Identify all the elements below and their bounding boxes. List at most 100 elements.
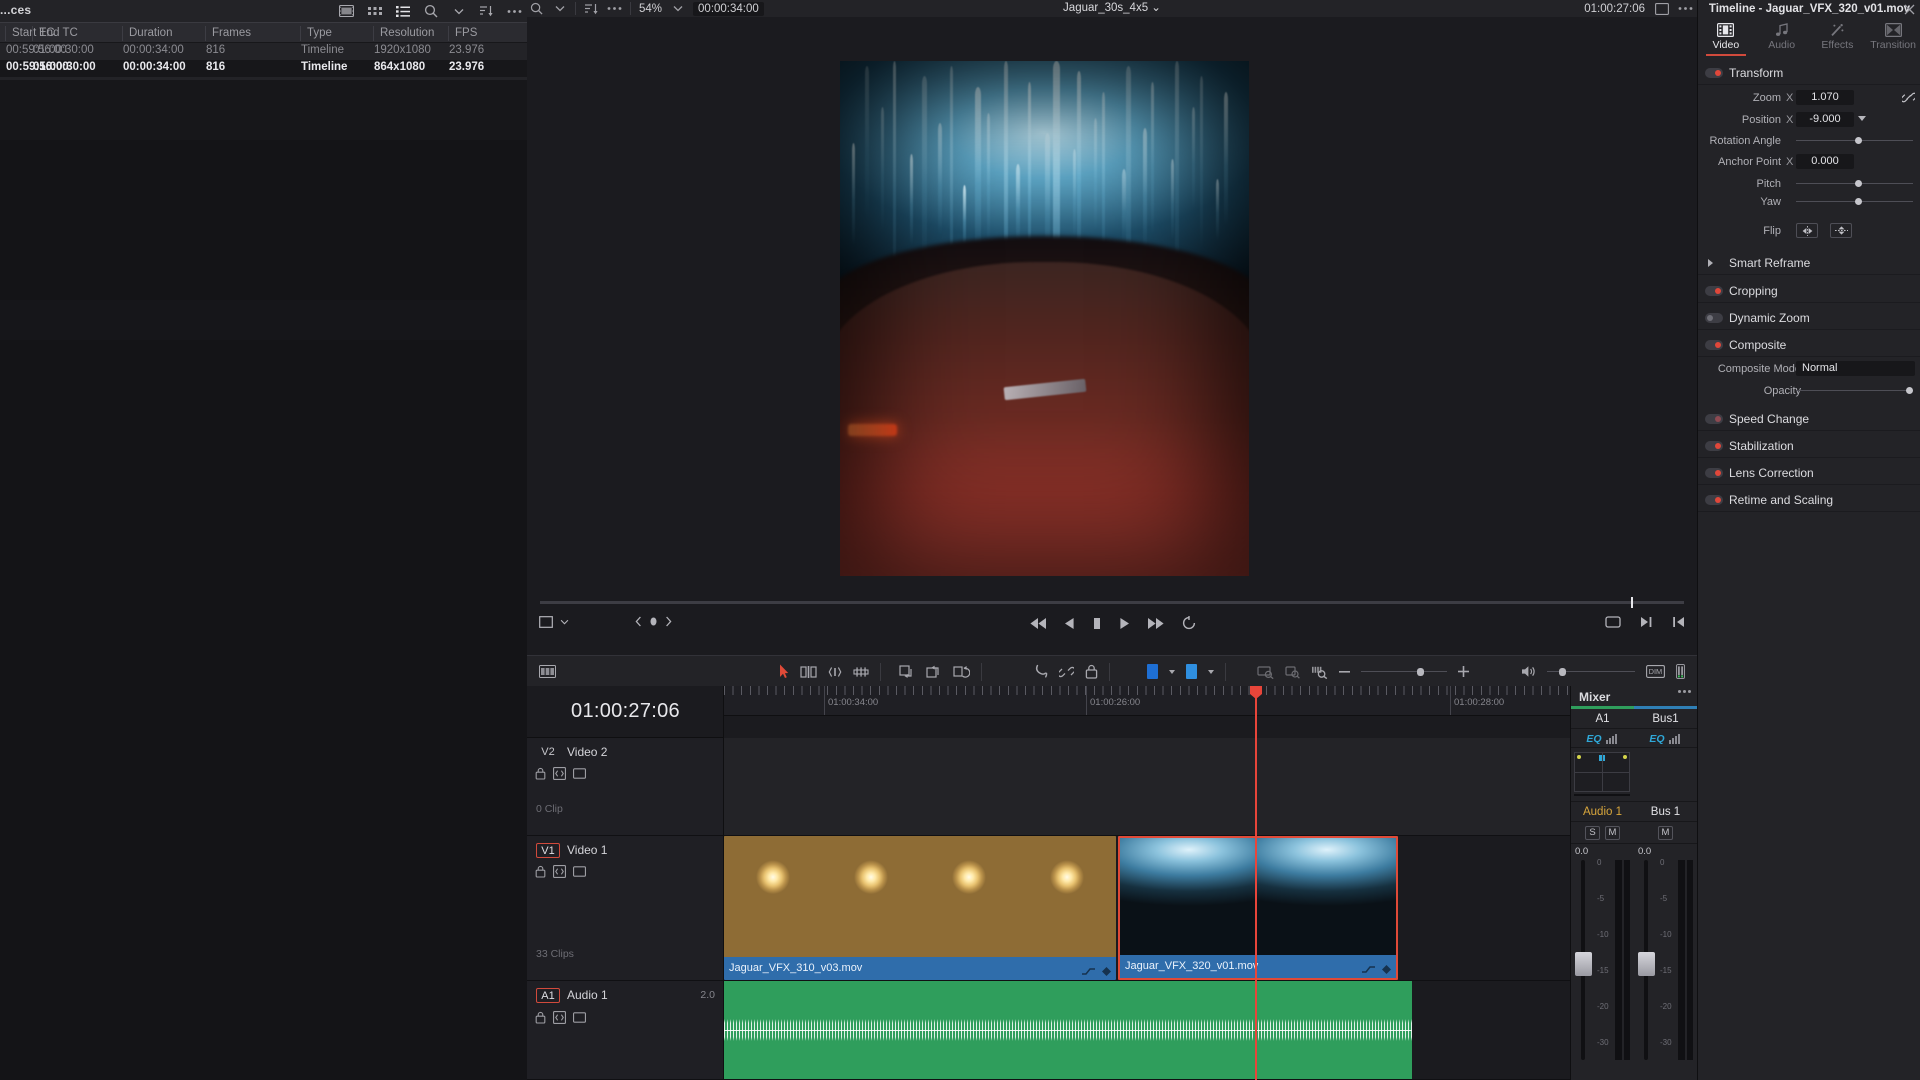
next-clip-icon[interactable] <box>1640 616 1653 628</box>
mixer-eq-row[interactable]: EQ <box>1634 730 1697 748</box>
section-cropping[interactable]: Cropping <box>1698 280 1920 303</box>
loop-icon[interactable] <box>1182 616 1196 630</box>
lock-track-icon[interactable] <box>1085 664 1098 679</box>
timeline-ruler[interactable]: 01:00:34:0001:00:26:0001:00:28:00 <box>724 686 1570 716</box>
mixer-fader-handle[interactable] <box>1575 952 1592 976</box>
tab-transition[interactable]: Transition <box>1865 18 1920 56</box>
meter-icon[interactable] <box>1676 664 1685 679</box>
section-smart-reframe[interactable]: Smart Reframe <box>1698 252 1920 275</box>
jump-to-start-icon[interactable] <box>1029 617 1047 630</box>
tab-audio[interactable]: Audio <box>1754 18 1810 56</box>
last-clip-icon[interactable] <box>1672 616 1685 628</box>
viewer-canvas[interactable] <box>527 17 1697 587</box>
jump-to-end-icon[interactable] <box>1147 617 1165 630</box>
mixer-solo-button[interactable]: S <box>1585 826 1600 840</box>
list-view-icon[interactable] <box>394 3 411 20</box>
dynamic-trim-icon[interactable] <box>828 665 842 679</box>
fit-zoom-icon[interactable] <box>1285 665 1300 679</box>
mixer-mute-button[interactable]: M <box>1658 826 1673 840</box>
mixer-gain-value[interactable]: 0.0 <box>1638 846 1651 857</box>
column-header-fps[interactable]: FPS <box>448 26 504 41</box>
track-lane-a1[interactable] <box>724 981 1570 1080</box>
viewer-zoom-level[interactable]: 54% <box>639 3 662 15</box>
section-stabilization[interactable]: Stabilization <box>1698 435 1920 458</box>
track-header-v1[interactable]: V1Video 133 Clips <box>527 836 724 981</box>
lock-track-icon[interactable] <box>535 767 546 780</box>
pitch-slider[interactable] <box>1796 183 1913 184</box>
timeline-view-icon[interactable] <box>539 665 556 678</box>
section-speed-change[interactable]: Speed Change <box>1698 408 1920 431</box>
viewer-scrubber[interactable] <box>540 601 1684 604</box>
fullscreen-icon[interactable] <box>1605 616 1621 628</box>
chevron-down-icon[interactable] <box>1169 670 1175 674</box>
yaw-slider[interactable] <box>1796 201 1913 202</box>
rotation-angle-slider[interactable] <box>1796 140 1913 141</box>
speed-change-toggle[interactable] <box>1705 414 1723 424</box>
search-icon[interactable] <box>529 1 544 16</box>
section-retime-and-scaling[interactable]: Retime and Scaling <box>1698 489 1920 512</box>
sort-order-icon[interactable] <box>584 1 599 16</box>
dim-button[interactable]: DIM <box>1646 665 1665 678</box>
mixer-pan-grid[interactable] <box>1574 752 1630 792</box>
snapping-icon[interactable] <box>1035 664 1048 679</box>
stabilization-toggle[interactable] <box>1705 441 1723 451</box>
stop-icon[interactable] <box>1092 617 1102 630</box>
marker-flag-icon[interactable] <box>1147 664 1158 679</box>
chevron-down-icon[interactable] <box>670 1 685 16</box>
column-header-resolution[interactable]: Resolution <box>373 26 447 41</box>
zoom-slider[interactable] <box>1361 665 1447 679</box>
audio-speaker-icon[interactable] <box>1521 665 1536 678</box>
chevron-down-icon[interactable] <box>552 1 567 16</box>
tab-video[interactable]: Video <box>1698 18 1754 56</box>
composite-mode-select[interactable]: Normal <box>1796 361 1915 376</box>
dynamic-zoom-toggle[interactable] <box>1705 313 1723 323</box>
media-pool-row[interactable]: 00:59:56:0001:00:30:0000:00:34:00816Time… <box>0 60 527 77</box>
chevron-right-icon[interactable] <box>1708 259 1713 267</box>
timeline-clip[interactable]: Jaguar_VFX_320_v01.mov <box>1118 836 1398 980</box>
zoom-x-field[interactable]: 1.070 <box>1796 90 1854 105</box>
track-monitor-icon[interactable] <box>573 767 586 780</box>
options-icon[interactable] <box>506 3 523 20</box>
linked-selection-icon[interactable] <box>1059 665 1074 679</box>
trim-edit-icon[interactable] <box>800 665 817 679</box>
search-icon[interactable] <box>422 3 439 20</box>
audio-level-slider[interactable] <box>1547 665 1635 679</box>
column-header-type[interactable]: Type <box>300 26 372 41</box>
section-dynamic-zoom[interactable]: Dynamic Zoom <box>1698 307 1920 330</box>
options-icon[interactable] <box>1678 690 1691 693</box>
zoom-in-icon[interactable] <box>1458 666 1469 677</box>
overwrite-clip-icon[interactable] <box>926 665 942 679</box>
viewer-scrubber-handle[interactable] <box>1631 597 1633 608</box>
position-lock-icon[interactable] <box>1257 665 1274 679</box>
zoom-detail-icon[interactable] <box>1311 665 1328 679</box>
mixer-strip-name[interactable]: Bus1 <box>1634 709 1697 729</box>
sort-order-icon[interactable] <box>478 3 495 20</box>
marker-blue-icon[interactable] <box>1186 664 1197 679</box>
composite-toggle[interactable] <box>1705 340 1723 350</box>
cropping-toggle[interactable] <box>1705 286 1723 296</box>
chevron-down-icon[interactable] <box>1208 670 1214 674</box>
column-header-end-tc[interactable]: End TC <box>32 26 120 41</box>
blade-edit-icon[interactable] <box>853 666 869 678</box>
column-header-start-tc[interactable]: Start TC <box>5 26 27 41</box>
audio-clip[interactable] <box>724 981 1412 1079</box>
arrow-select-icon[interactable] <box>779 664 789 679</box>
mixer-gain-value[interactable]: 0.0 <box>1575 846 1588 857</box>
column-header-duration[interactable]: Duration <box>122 26 204 41</box>
chevron-down-icon[interactable] <box>1858 116 1866 121</box>
zoom-out-icon[interactable] <box>1339 670 1350 673</box>
auto-track-select-icon[interactable] <box>553 865 566 878</box>
step-back-icon[interactable] <box>1064 617 1075 630</box>
opacity-slider[interactable] <box>1796 390 1913 391</box>
track-header-v2[interactable]: V2Video 20 Clip <box>527 738 724 836</box>
lens-correction-toggle[interactable] <box>1705 468 1723 478</box>
media-pool-row[interactable]: 00:59:56:0001:00:30:0000:00:34:00816Time… <box>0 43 527 60</box>
options-icon[interactable] <box>1678 1 1693 16</box>
transform-toggle[interactable] <box>1705 68 1723 78</box>
track-header-a1[interactable]: A1Audio 12.0 <box>527 981 724 1080</box>
mixer-eq-row[interactable]: EQ <box>1571 730 1634 748</box>
retime-scaling-toggle[interactable] <box>1705 495 1723 505</box>
timeline-playhead[interactable] <box>1255 686 1257 1080</box>
mixer-mute-button[interactable]: M <box>1605 826 1620 840</box>
mixer-pan-area[interactable] <box>1634 748 1697 802</box>
